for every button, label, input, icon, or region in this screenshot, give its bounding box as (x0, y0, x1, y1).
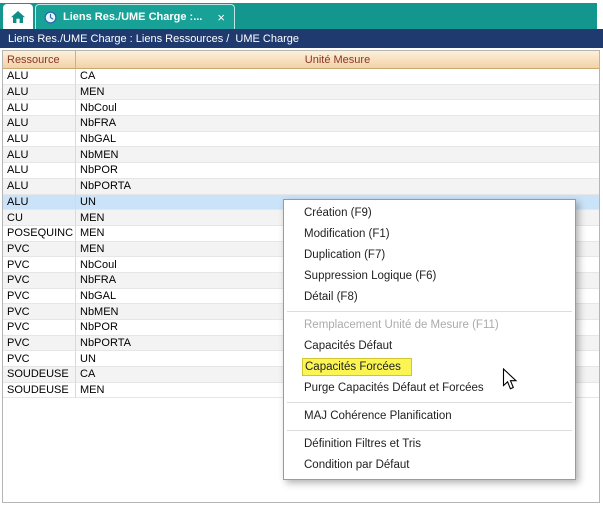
menu-item-label: Capacités Forcées (302, 358, 412, 376)
tab-label: Liens Res./UME Charge :... (63, 11, 210, 23)
cell-ressource: ALU (3, 195, 76, 211)
menu-item-label: Définition Filtres et Tris (304, 438, 421, 450)
menu-item: Remplacement Unité de Mesure (F11) (284, 315, 575, 336)
cell-unite-mesure: MEN (76, 85, 599, 101)
menu-item[interactable]: Duplication (F7) (284, 245, 575, 266)
cell-unite-mesure: NbFRA (76, 116, 599, 132)
cell-unite-mesure: NbCoul (76, 100, 599, 116)
table-row[interactable]: ALUNbGAL (3, 132, 599, 148)
menu-item[interactable]: Capacités Défaut (284, 336, 575, 357)
menu-item[interactable]: Modification (F1) (284, 224, 575, 245)
cell-ressource: POSEQUINC (3, 226, 76, 242)
cell-ressource: ALU (3, 132, 76, 148)
table-row[interactable]: ALUCA (3, 69, 599, 85)
cell-ressource: ALU (3, 69, 76, 85)
table-row[interactable]: ALUNbPOR (3, 163, 599, 179)
menu-item-label: Remplacement Unité de Mesure (F11) (304, 319, 499, 331)
menu-item-label: MAJ Cohérence Planification (304, 410, 452, 422)
menu-item-label: Capacités Défaut (304, 340, 392, 352)
cell-unite-mesure: CA (76, 69, 599, 85)
table-row[interactable]: ALUNbMEN (3, 147, 599, 163)
menu-item-label: Duplication (F7) (304, 249, 385, 261)
tab-bar: Liens Res./UME Charge :... × (0, 3, 597, 29)
cell-ressource: PVC (3, 242, 76, 258)
cell-ressource: SOUDEUSE (3, 383, 76, 399)
menu-item[interactable]: MAJ Cohérence Planification (284, 406, 575, 427)
cell-ressource: ALU (3, 147, 76, 163)
cell-ressource: ALU (3, 85, 76, 101)
home-tab[interactable] (3, 4, 33, 29)
clock-icon (44, 11, 57, 24)
cell-ressource: PVC (3, 273, 76, 289)
menu-item[interactable]: Purge Capacités Défaut et Forcées (284, 378, 575, 399)
table-row[interactable]: ALUNbPORTA (3, 179, 599, 195)
cell-ressource: PVC (3, 289, 76, 305)
menu-item[interactable]: Capacités Forcées (284, 357, 575, 378)
cell-ressource: ALU (3, 116, 76, 132)
cell-ressource: SOUDEUSE (3, 367, 76, 383)
menu-item[interactable]: Création (F9) (284, 203, 575, 224)
cell-unite-mesure: NbGAL (76, 132, 599, 148)
cell-ressource: PVC (3, 336, 76, 352)
cell-unite-mesure: NbPORTA (76, 179, 599, 195)
cell-ressource: ALU (3, 100, 76, 116)
cell-ressource: ALU (3, 179, 76, 195)
table-row[interactable]: ALUNbCoul (3, 100, 599, 116)
table-row[interactable]: ALUMEN (3, 85, 599, 101)
menu-item[interactable]: Définition Filtres et Tris (284, 434, 575, 455)
menu-item[interactable]: Condition par Défaut (284, 455, 575, 476)
menu-item-label: Création (F9) (304, 207, 372, 219)
table-header: Ressource Unité Mesure (3, 51, 599, 69)
menu-item-label: Suppression Logique (F6) (304, 270, 436, 282)
menu-item-label: Condition par Défaut (304, 459, 409, 471)
breadcrumb-text: Liens Res./UME Charge : Liens Ressources… (8, 33, 299, 45)
cell-ressource: CU (3, 210, 76, 226)
menu-separator (287, 402, 572, 403)
menu-item[interactable]: Suppression Logique (F6) (284, 266, 575, 287)
cell-ressource: PVC (3, 320, 76, 336)
column-header-unite-mesure[interactable]: Unité Mesure (76, 51, 599, 68)
column-header-ressource[interactable]: Ressource (3, 51, 76, 68)
menu-item-label: Purge Capacités Défaut et Forcées (304, 382, 484, 394)
menu-item[interactable]: Détail (F8) (284, 287, 575, 308)
menu-item-label: Modification (F1) (304, 228, 390, 240)
cell-ressource: ALU (3, 163, 76, 179)
menu-item-label: Détail (F8) (304, 291, 358, 303)
cell-ressource: PVC (3, 351, 76, 367)
home-icon (10, 10, 26, 24)
cell-unite-mesure: NbPOR (76, 163, 599, 179)
close-icon[interactable]: × (216, 11, 226, 24)
tab-liens-res-ume-charge[interactable]: Liens Res./UME Charge :... × (35, 4, 235, 29)
table-row[interactable]: ALUNbFRA (3, 116, 599, 132)
cell-ressource: PVC (3, 304, 76, 320)
cell-ressource: PVC (3, 257, 76, 273)
menu-separator (287, 430, 572, 431)
menu-separator (287, 311, 572, 312)
context-menu: Création (F9) Modification (F1) Duplicatio… (283, 199, 576, 480)
cell-unite-mesure: NbMEN (76, 147, 599, 163)
breadcrumb: Liens Res./UME Charge : Liens Ressources… (0, 29, 603, 48)
